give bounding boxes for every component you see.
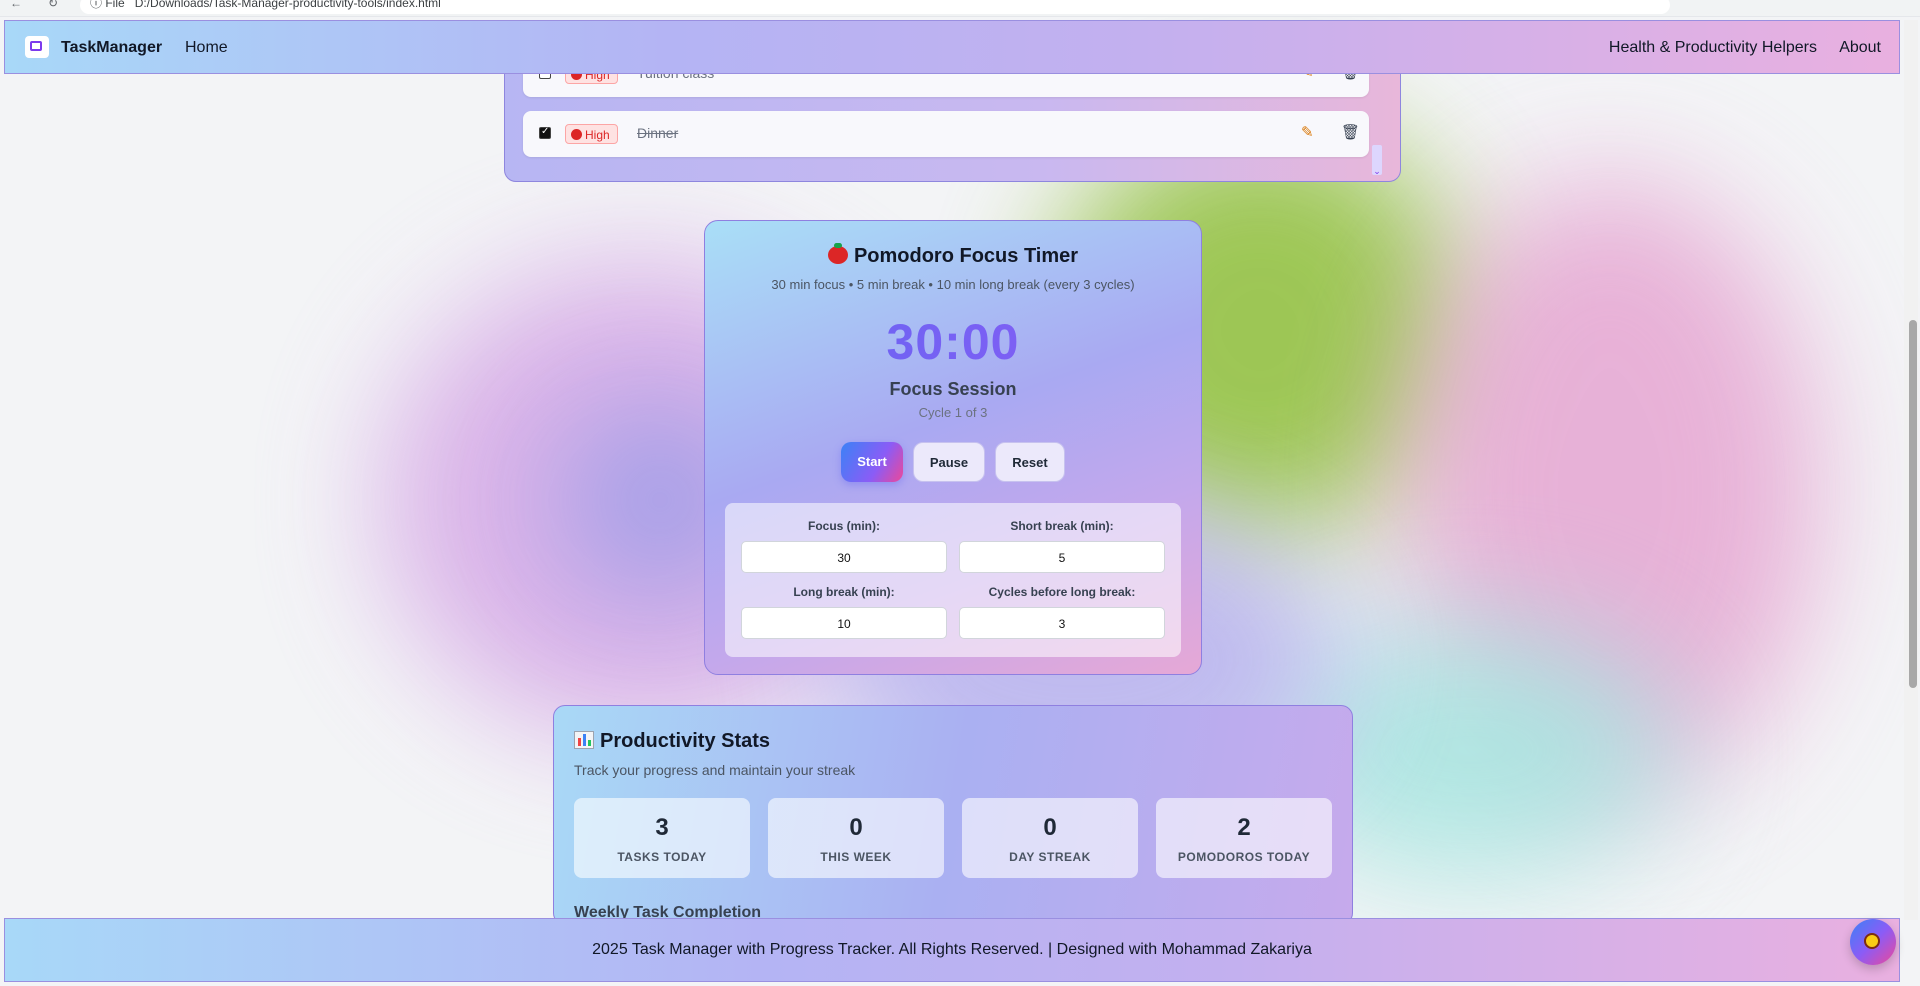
list-scrollbar[interactable]: ⌄ xyxy=(1372,145,1382,176)
stats-title: Productivity Stats xyxy=(574,730,770,753)
stat-label: THIS WEEK xyxy=(820,850,892,864)
task-checkbox[interactable] xyxy=(539,126,551,139)
nav-health-link[interactable]: Health & Productivity Helpers xyxy=(1609,39,1817,57)
session-label: Focus Session xyxy=(889,379,1017,399)
task-title: Dinner xyxy=(637,125,679,141)
reset-button[interactable]: Reset xyxy=(995,442,1065,482)
short-break-label: Short break (min): xyxy=(1010,519,1114,533)
stat-label: POMODOROS TODAY xyxy=(1177,850,1311,864)
tomato-icon xyxy=(827,243,848,264)
stats-card: Productivity Stats Track your progress a… xyxy=(553,705,1353,925)
priority-badge: High xyxy=(565,124,618,144)
focus-input[interactable]: 30 xyxy=(741,541,947,573)
long-break-label: Long break (min): xyxy=(793,585,895,599)
bar-chart-icon xyxy=(574,731,594,749)
navbar: TaskManager Home Health & Productivity H… xyxy=(4,20,1900,74)
start-button[interactable]: Start xyxy=(841,442,903,482)
task-row: High Dinner ✎ 🗑 xyxy=(523,111,1369,157)
palette-icon xyxy=(1864,933,1880,949)
file-label: File xyxy=(105,0,125,10)
stat-tasks-today: 3 TASKS TODAY xyxy=(574,798,750,878)
short-break-input[interactable]: 5 xyxy=(959,541,1165,573)
delete-trash-icon[interactable]: 🗑 xyxy=(1341,123,1360,141)
browser-address-bar: ← ↻ ⓘ File D:/Downloads/Task-Manager-pro… xyxy=(0,0,1920,17)
pomodoro-title: Pomodoro Focus Timer xyxy=(705,243,1201,268)
cycles-input[interactable]: 3 xyxy=(959,607,1165,639)
url-field[interactable]: ⓘ File D:/Downloads/Task-Manager-product… xyxy=(80,0,1670,14)
page-scroll-thumb[interactable] xyxy=(1909,320,1917,688)
pomodoro-subtitle: 30 min focus • 5 min break • 10 min long… xyxy=(771,277,1135,292)
long-break-input[interactable]: 10 xyxy=(741,607,947,639)
info-icon: ⓘ xyxy=(90,0,106,10)
stat-label: DAY STREAK xyxy=(1009,850,1091,864)
cycles-label: Cycles before long break: xyxy=(988,585,1136,599)
stat-day-streak: 0 DAY STREAK xyxy=(962,798,1138,878)
stat-pomodoros-today: 2 POMODOROS TODAY xyxy=(1156,798,1332,878)
nav-home-link[interactable]: Home xyxy=(185,39,228,57)
stat-this-week: 0 THIS WEEK xyxy=(768,798,944,878)
stat-value: 2 xyxy=(1237,814,1251,841)
priority-dot-icon xyxy=(571,129,582,140)
back-icon[interactable]: ← xyxy=(10,0,22,10)
stat-value: 0 xyxy=(1043,814,1057,841)
stat-label: TASKS TODAY xyxy=(617,850,707,864)
edit-pencil-icon[interactable]: ✎ xyxy=(1301,123,1314,141)
stats-subtitle: Track your progress and maintain your st… xyxy=(574,762,856,778)
logo-icon[interactable] xyxy=(25,36,49,58)
focus-label: Focus (min): xyxy=(808,519,880,533)
cycle-label: Cycle 1 of 3 xyxy=(918,405,988,420)
footer: 2025 Task Manager with Progress Tracker.… xyxy=(4,918,1900,982)
reload-icon[interactable]: ↻ xyxy=(48,0,58,10)
pomodoro-card: Pomodoro Focus Timer 30 min focus • 5 mi… xyxy=(704,220,1202,675)
footer-text: 2025 Task Manager with Progress Tracker.… xyxy=(592,941,1312,958)
url-text: D:/Downloads/Task-Manager-productivity-t… xyxy=(134,0,441,10)
stat-value: 3 xyxy=(655,814,669,841)
timer-settings: Focus (min): 30 Short break (min): 5 Lon… xyxy=(725,503,1181,657)
pause-button[interactable]: Pause xyxy=(913,442,985,482)
stat-value: 0 xyxy=(849,814,863,841)
brand-link[interactable]: TaskManager xyxy=(61,39,162,57)
theme-toggle-button[interactable] xyxy=(1850,919,1896,965)
timer-display: 30:00 xyxy=(705,313,1201,371)
nav-about-link[interactable]: About xyxy=(1839,39,1881,57)
